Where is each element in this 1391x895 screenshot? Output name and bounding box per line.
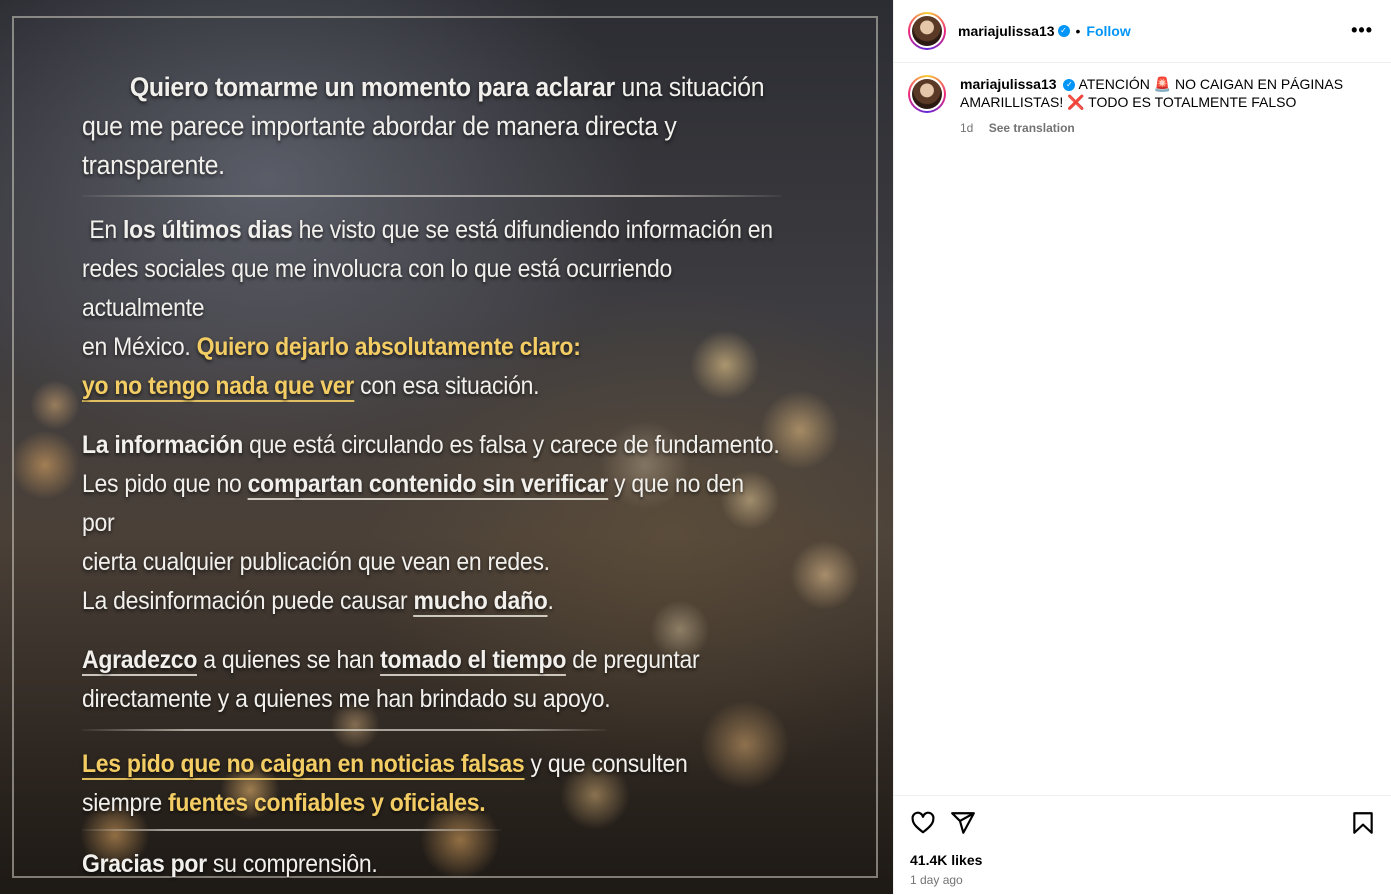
statement-line: Les pido que no caigan en noticias falsa… [82, 750, 688, 780]
avatar-image [912, 79, 942, 109]
statement-line: en México. Quiero dejarlo absolutamente … [82, 333, 581, 361]
follow-button[interactable]: Follow [1086, 23, 1130, 39]
statement-line: La información que está circulando es fa… [82, 431, 780, 459]
see-translation-link[interactable]: See translation [989, 121, 1075, 135]
divider [82, 729, 607, 731]
divider [82, 829, 502, 831]
statement-line: La desinformación puede causar mucho dañ… [82, 587, 554, 617]
statement-line: directamente y a quienes me han brindado… [82, 685, 611, 713]
avatar-border [910, 14, 944, 48]
caption-username[interactable]: mariajulissa13 [960, 76, 1057, 92]
more-options-icon[interactable]: ••• [1351, 20, 1373, 41]
post-image[interactable]: Quiero tomarme un momento para aclarar u… [0, 0, 893, 894]
caption-body: mariajulissa13 ✓ ATENCIÓN 🚨 NO CAIGAN EN… [960, 75, 1370, 137]
avatar-border [910, 77, 944, 111]
caption: mariajulissa13 ✓ ATENCIÓN 🚨 NO CAIGAN EN… [908, 75, 1378, 137]
statement-line: siempre fuentes confiables y oficiales. [82, 789, 486, 817]
send-icon[interactable] [950, 810, 976, 836]
statement-line: En los últimos dias he visto que se está… [89, 216, 773, 244]
avatar[interactable] [908, 12, 946, 50]
verified-badge-icon: ✓ [1063, 79, 1076, 92]
post-header: mariajulissa13 ✓ • Follow ••• [894, 0, 1391, 63]
statement-line: Quiero tomarme un momento para aclarar u… [129, 72, 765, 102]
statement-line: Gracias por su comprensiôn. [82, 850, 378, 878]
post-age[interactable]: 1d [960, 121, 973, 135]
post-timestamp[interactable]: 1 day ago [910, 873, 963, 887]
divider [82, 195, 782, 197]
separator-dot: • [1075, 23, 1081, 39]
statement-line: que me parece importante abordar de mane… [82, 111, 677, 180]
heart-icon[interactable] [910, 810, 936, 836]
actions-bar: 41.4K likes 1 day ago [894, 795, 1391, 895]
statement-line: redes sociales que me involucra con lo q… [82, 255, 673, 322]
avatar[interactable] [908, 75, 946, 113]
likes-count[interactable]: 41.4K likes [910, 852, 982, 868]
avatar-image [912, 16, 942, 46]
statement-line: Agradezco a quienes se han tomado el tie… [82, 646, 700, 676]
verified-badge-icon: ✓ [1057, 25, 1070, 37]
bookmark-icon[interactable] [1350, 810, 1376, 836]
post-sidebar: mariajulissa13 ✓ • Follow ••• mariajulis… [893, 0, 1391, 894]
header-username[interactable]: mariajulissa13 [958, 23, 1055, 39]
statement-line: cierta cualquier publicación que vean en… [82, 548, 550, 576]
statement-line: yo no tengo nada que ver con esa situaci… [82, 372, 540, 402]
caption-meta: 1d See translation [960, 119, 1370, 137]
statement-line: Les pido que no compartan contenido sin … [82, 470, 744, 537]
statement-text: Quiero tomarme un momento para aclarar u… [82, 68, 782, 884]
